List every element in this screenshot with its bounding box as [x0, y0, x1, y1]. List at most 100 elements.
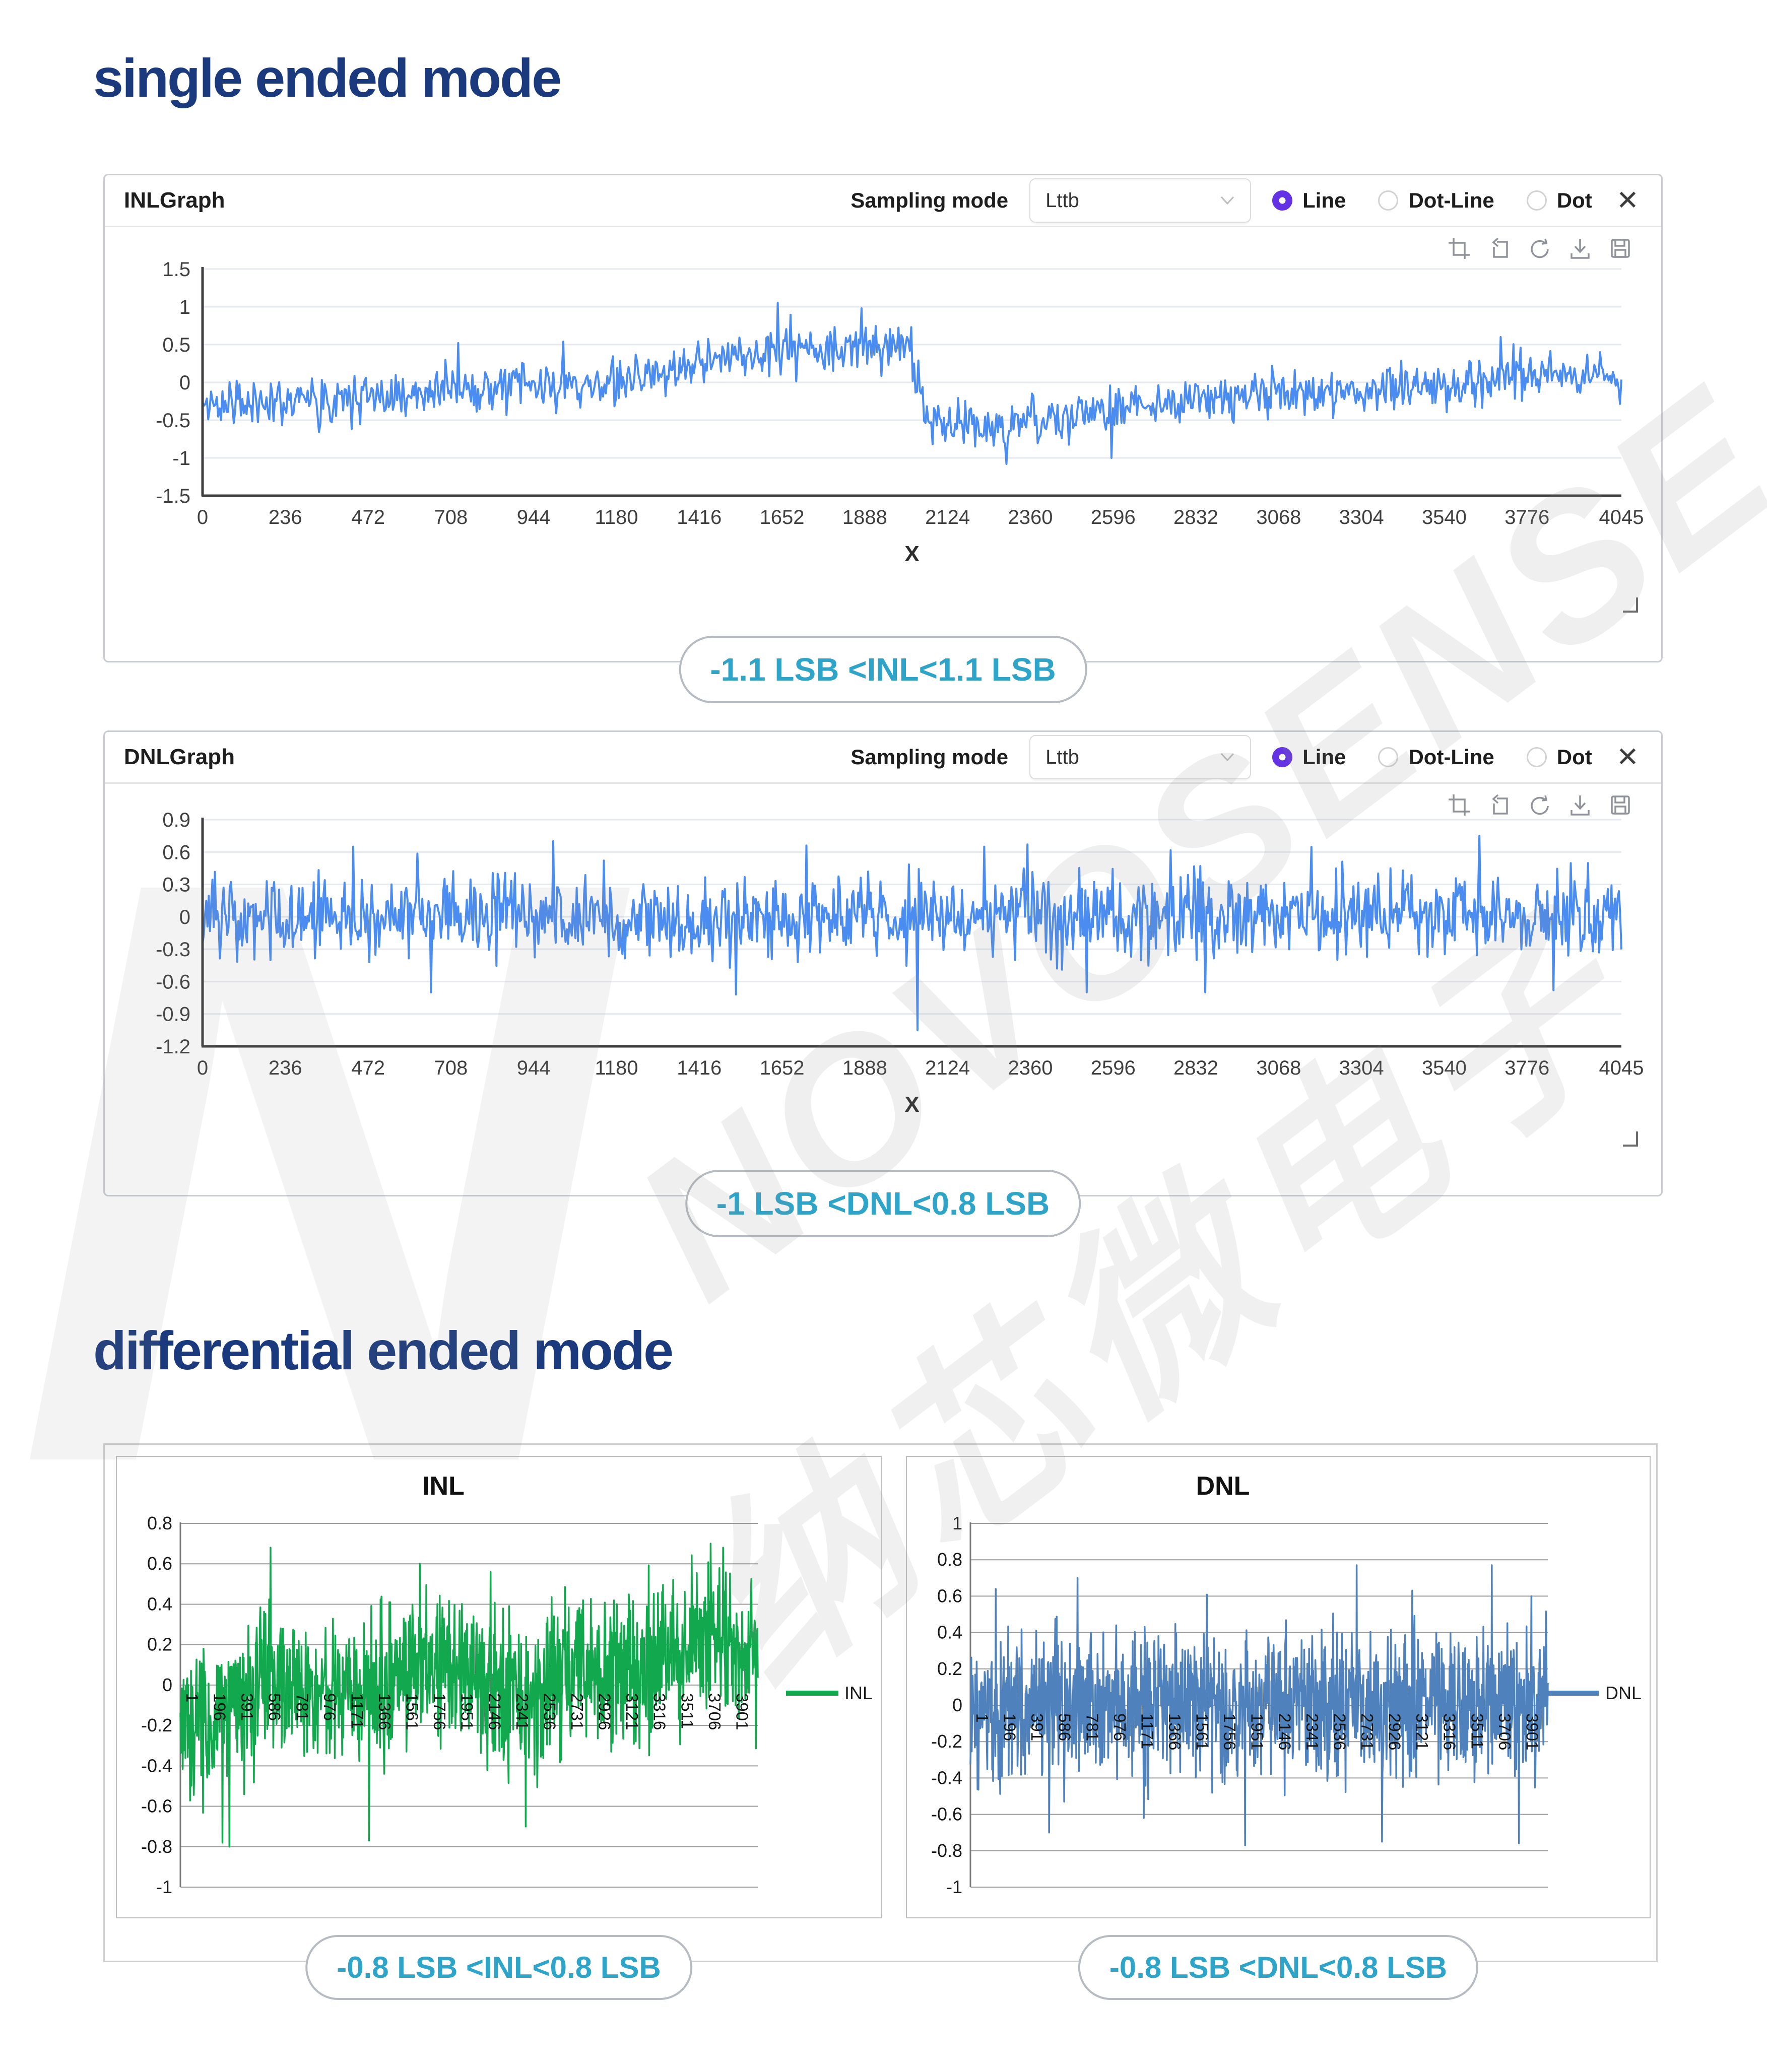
svg-text:1171: 1171 — [348, 1693, 366, 1729]
svg-text:1: 1 — [952, 1513, 962, 1533]
radio-line[interactable]: Line — [1272, 188, 1346, 213]
download-icon[interactable] — [1568, 237, 1592, 260]
section-title-differential-ended: differential ended mode — [93, 1320, 674, 1381]
svg-text:196: 196 — [211, 1693, 229, 1721]
svg-text:1416: 1416 — [677, 1057, 722, 1079]
svg-text:-1: -1 — [946, 1877, 962, 1897]
close-icon[interactable]: ✕ — [1613, 187, 1642, 214]
svg-text:0.6: 0.6 — [162, 841, 190, 863]
dnl-diff-chart: 1 0.8 0.6 0.4 0.2 0 -0.2 -0.4 -0.6 -0.8 -1 1 196 391 5… — [931, 1513, 1549, 1897]
svg-text:1561: 1561 — [1193, 1713, 1212, 1750]
svg-text:-0.5: -0.5 — [156, 410, 190, 432]
svg-text:472: 472 — [351, 1057, 385, 1079]
svg-text:2731: 2731 — [1358, 1713, 1377, 1750]
svg-text:1652: 1652 — [760, 506, 805, 528]
radio-dot[interactable]: Dot — [1526, 745, 1592, 769]
svg-text:3776: 3776 — [1504, 1057, 1549, 1079]
svg-text:586: 586 — [1056, 1713, 1074, 1741]
svg-text:3901: 3901 — [1523, 1713, 1541, 1750]
inl-panel-header: INLGraph Sampling mode Lttb Line Dot-Lin… — [105, 175, 1661, 227]
legend-line-icon — [1546, 1691, 1599, 1696]
sampling-mode-select[interactable]: Lttb — [1029, 735, 1252, 779]
close-icon[interactable]: ✕ — [1613, 744, 1642, 771]
svg-text:2926: 2926 — [1386, 1713, 1404, 1750]
svg-text:708: 708 — [434, 506, 468, 528]
dnl-line-chart[interactable]: 0.9 0.6 0.3 0 -0.3 -0.6 -0.9 -1.2 0 236 472 708 944 1… — [116, 813, 1653, 1125]
svg-text:1951: 1951 — [1248, 1713, 1267, 1750]
dnl-range-badge: -1 LSB <DNL<0.8 LSB — [685, 1170, 1081, 1237]
svg-text:0.4: 0.4 — [937, 1622, 962, 1643]
svg-text:3706: 3706 — [705, 1693, 724, 1730]
svg-text:2360: 2360 — [1008, 1057, 1053, 1079]
svg-text:3776: 3776 — [1504, 506, 1549, 528]
sampling-mode-label: Sampling mode — [850, 745, 1009, 769]
svg-text:0: 0 — [197, 1057, 208, 1079]
svg-text:2146: 2146 — [485, 1693, 504, 1730]
radio-selected-icon — [1272, 190, 1293, 211]
svg-text:X: X — [904, 1092, 919, 1117]
chart-toolbar — [1448, 237, 1632, 260]
svg-text:0: 0 — [952, 1695, 962, 1715]
save-icon[interactable] — [1609, 237, 1632, 260]
radio-dot[interactable]: Dot — [1526, 188, 1592, 213]
radio-unselected-icon — [1526, 190, 1547, 211]
crop-icon[interactable] — [1448, 237, 1471, 260]
svg-text:3706: 3706 — [1495, 1713, 1514, 1750]
svg-text:3540: 3540 — [1422, 506, 1467, 528]
svg-text:1652: 1652 — [760, 1057, 805, 1079]
svg-text:0.4: 0.4 — [147, 1593, 172, 1614]
svg-text:391: 391 — [238, 1693, 256, 1721]
svg-text:0: 0 — [162, 1675, 172, 1695]
svg-text:196: 196 — [1001, 1713, 1019, 1741]
svg-text:1951: 1951 — [458, 1693, 477, 1730]
svg-text:1366: 1366 — [1165, 1713, 1184, 1750]
svg-text:976: 976 — [320, 1693, 339, 1721]
svg-text:1.5: 1.5 — [162, 262, 190, 281]
radio-dot-line[interactable]: Dot-Line — [1378, 745, 1494, 769]
svg-text:3304: 3304 — [1339, 506, 1384, 528]
svg-text:1180: 1180 — [595, 506, 638, 528]
svg-text:2341: 2341 — [513, 1693, 532, 1730]
radio-selected-icon — [1272, 747, 1293, 767]
svg-text:3068: 3068 — [1256, 506, 1301, 528]
svg-text:944: 944 — [517, 1057, 551, 1079]
svg-text:1: 1 — [183, 1693, 202, 1702]
legend: INL — [786, 1683, 873, 1704]
svg-text:0: 0 — [179, 906, 190, 928]
radio-unselected-icon — [1526, 747, 1547, 767]
svg-text:1888: 1888 — [842, 506, 887, 528]
dnl-diff-chart-box: DNL 1 0.8 0.6 0.4 0.2 0 -0.2 -0.4 -0.6 -0.8 -1 1 196… — [906, 1456, 1651, 1918]
chevron-down-icon — [1221, 196, 1234, 205]
radio-dot-line[interactable]: Dot-Line — [1378, 188, 1494, 213]
resize-handle-icon[interactable] — [1623, 597, 1638, 613]
svg-text:0.8: 0.8 — [147, 1513, 172, 1533]
chart-title: DNL — [1196, 1472, 1250, 1501]
legend: DNL — [1546, 1683, 1642, 1704]
svg-text:2926: 2926 — [596, 1693, 614, 1730]
radio-line[interactable]: Line — [1272, 745, 1346, 769]
resize-handle-icon[interactable] — [1623, 1131, 1638, 1147]
panel-title: DNLGraph — [124, 745, 235, 769]
svg-text:2124: 2124 — [925, 1057, 970, 1079]
svg-text:1416: 1416 — [677, 506, 722, 528]
svg-text:3511: 3511 — [678, 1693, 696, 1729]
svg-text:-0.8: -0.8 — [931, 1840, 962, 1861]
inl-range-badge: -1.1 LSB <INL<1.1 LSB — [679, 636, 1087, 703]
svg-text:-0.2: -0.2 — [141, 1715, 172, 1735]
history-back-icon[interactable] — [1488, 237, 1511, 260]
svg-text:781: 781 — [1083, 1713, 1101, 1741]
svg-text:-1.5: -1.5 — [156, 485, 190, 507]
svg-text:3121: 3121 — [623, 1693, 641, 1730]
differential-charts-container: INL 0.8 0.6 0.4 0.2 0 -0.2 -0.4 -0.6 -0.8 -1 1 196 3… — [103, 1443, 1658, 2000]
svg-text:0.6: 0.6 — [937, 1585, 962, 1606]
svg-text:2341: 2341 — [1303, 1713, 1322, 1750]
svg-text:-0.6: -0.6 — [141, 1796, 172, 1817]
inl-line-chart[interactable]: 1.5 1 0.5 0 -0.5 -1 -1.5 0 236 472 708 944 1180 1416 1… — [116, 262, 1653, 574]
svg-text:944: 944 — [517, 506, 551, 528]
refresh-icon[interactable] — [1528, 237, 1551, 260]
svg-text:1561: 1561 — [403, 1693, 422, 1730]
svg-text:-0.8: -0.8 — [141, 1836, 172, 1857]
sampling-mode-select[interactable]: Lttb — [1029, 178, 1252, 223]
svg-text:3901: 3901 — [733, 1693, 751, 1730]
radio-unselected-icon — [1378, 747, 1399, 767]
